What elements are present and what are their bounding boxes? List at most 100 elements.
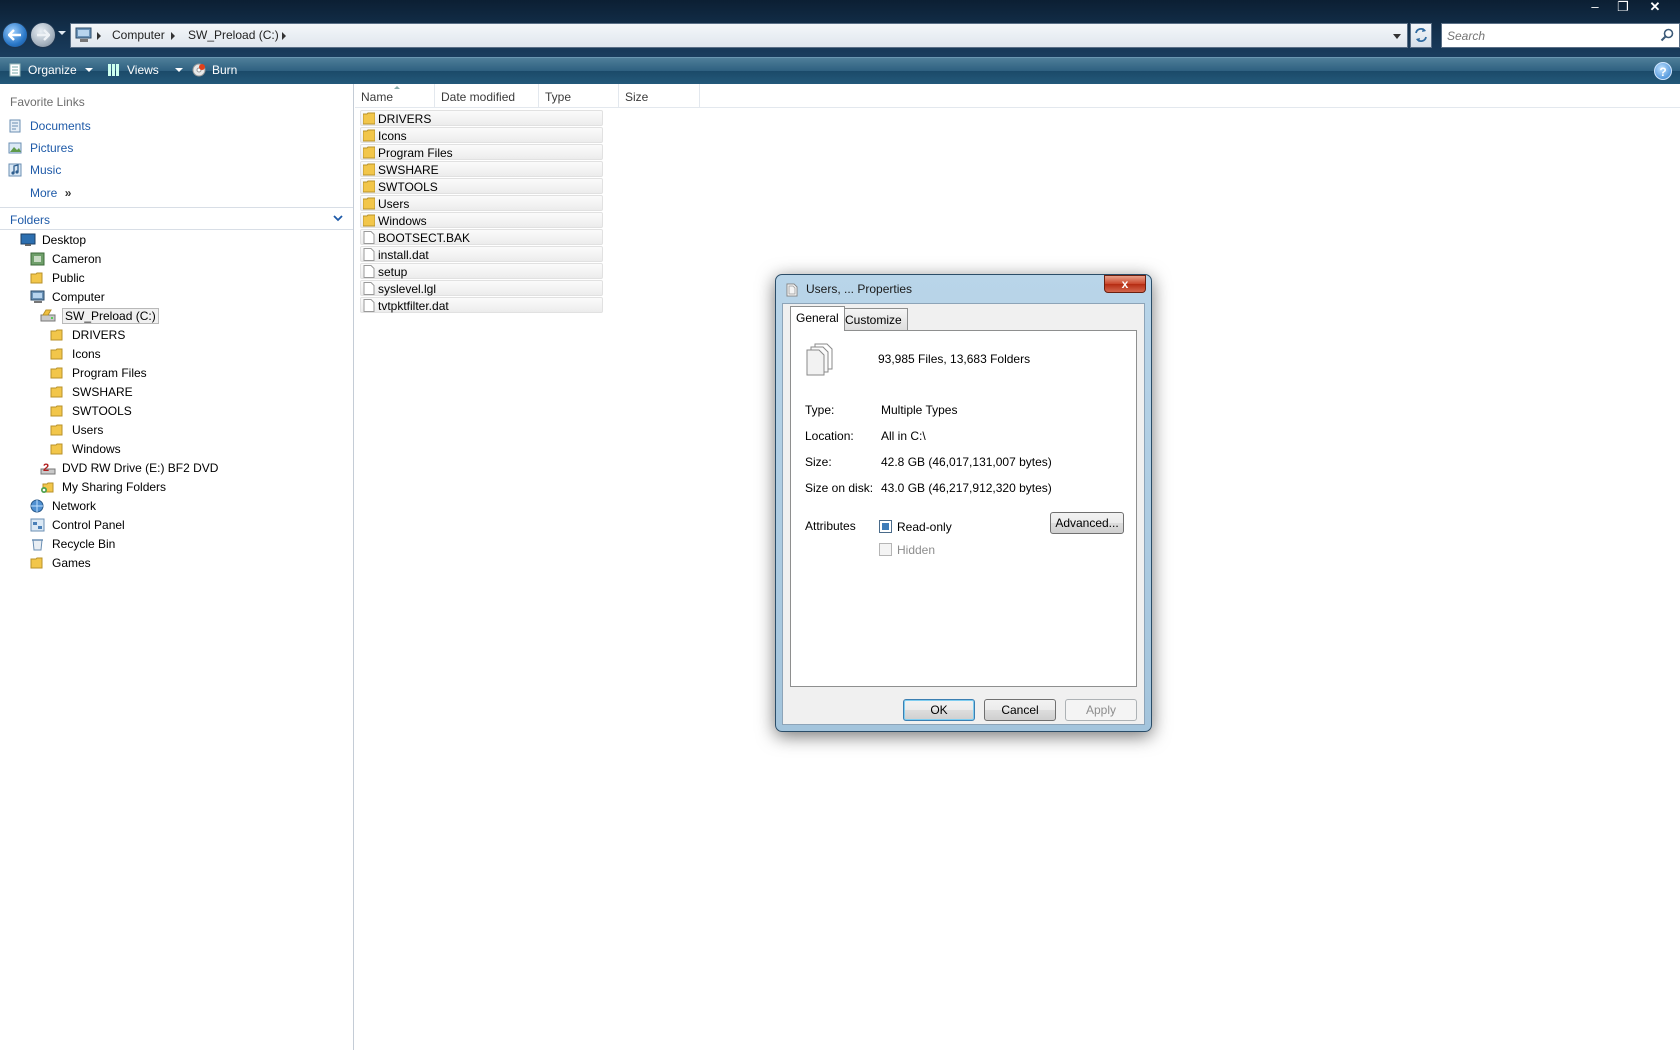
favorite-documents-label: Documents: [30, 119, 91, 133]
back-button[interactable]: [2, 22, 28, 48]
breadcrumb-drive[interactable]: SW_Preload (C:): [188, 28, 279, 42]
tree-item-label: Icons: [72, 347, 101, 361]
maximize-button[interactable]: ❐: [1609, 0, 1637, 16]
file-row-install-dat[interactable]: install.dat: [360, 246, 603, 262]
tree-item-program-files[interactable]: Program Files: [50, 366, 147, 384]
folders-header[interactable]: Folders: [0, 208, 353, 230]
tree-item-recycle-bin[interactable]: Recycle Bin: [30, 537, 115, 555]
burn-button[interactable]: Burn: [192, 63, 237, 80]
favorite-documents[interactable]: Documents: [8, 119, 91, 137]
column-headers: Name Date modified Type Size: [355, 84, 1680, 108]
more-favorites-link[interactable]: More »: [30, 186, 71, 200]
file-row-drivers[interactable]: DRIVERS: [360, 110, 603, 126]
separator: [805, 501, 1123, 502]
tree-item-games[interactable]: Games: [30, 556, 91, 574]
hidden-label[interactable]: Hidden: [897, 543, 935, 557]
separator: [805, 384, 1123, 385]
favorite-music[interactable]: Music: [8, 163, 61, 181]
close-window-button[interactable]: ✕: [1641, 0, 1669, 16]
file-row-program-files[interactable]: Program Files: [360, 144, 603, 160]
cancel-button[interactable]: Cancel: [984, 699, 1056, 721]
file-row-swtools[interactable]: SWTOOLS: [360, 178, 603, 194]
breadcrumb-computer[interactable]: Computer: [112, 28, 165, 42]
hidden-checkbox[interactable]: [879, 543, 892, 556]
tree-item-users[interactable]: Users: [50, 423, 103, 441]
file-row-tvtpktfilter-dat[interactable]: tvtpktfilter.dat: [360, 297, 603, 313]
column-header-size[interactable]: Size: [619, 84, 700, 108]
column-header-name[interactable]: Name: [355, 84, 435, 108]
tree-item-swshare[interactable]: SWSHARE: [50, 385, 133, 403]
tree-item-network[interactable]: Network: [30, 499, 96, 517]
tree-item-drivers[interactable]: DRIVERS: [50, 328, 125, 346]
tree-item-label: Program Files: [72, 366, 147, 380]
search-input[interactable]: [1447, 25, 1647, 46]
user-folder-icon: [30, 252, 45, 266]
burn-label: Burn: [212, 63, 238, 77]
tree-item-desktop[interactable]: Desktop: [20, 233, 86, 251]
tree-item-icons[interactable]: Icons: [50, 347, 101, 365]
file-row-users[interactable]: Users: [360, 195, 603, 211]
search-icon[interactable]: [1660, 28, 1674, 42]
file-icon: [363, 282, 375, 295]
file-row-windows[interactable]: Windows: [360, 212, 603, 228]
minimize-button[interactable]: –: [1581, 0, 1609, 16]
file-row-bootsect-bak[interactable]: BOOTSECT.BAK: [360, 229, 603, 245]
readonly-label[interactable]: Read-only: [897, 520, 952, 534]
chevron-down-icon[interactable]: [333, 214, 343, 222]
apply-button[interactable]: Apply: [1065, 699, 1137, 721]
tree-item-windows[interactable]: Windows: [50, 442, 121, 460]
file-name: DRIVERS: [378, 112, 432, 126]
general-tab-panel: 93,985 Files, 13,683 Folders Type: Multi…: [790, 330, 1137, 687]
column-header-date-modified[interactable]: Date modified: [435, 84, 539, 108]
tree-item-label: Desktop: [42, 233, 87, 247]
tree-item-sw-preload-drive[interactable]: SW_Preload (C:): [40, 308, 159, 327]
tree-item-dvd-drive[interactable]: 2 DVD RW Drive (E:) BF2 DVD: [40, 461, 218, 479]
file-row-swshare[interactable]: SWSHARE: [360, 161, 603, 177]
address-bar[interactable]: Computer SW_Preload (C:): [70, 23, 1408, 48]
properties-dialog: Users, ... Properties x General Customiz…: [775, 274, 1152, 732]
documents-icon: [9, 119, 21, 133]
file-name: Program Files: [378, 146, 453, 160]
file-row-setup[interactable]: setup: [360, 263, 603, 279]
file-row-syslevel-lgl[interactable]: syslevel.lgl: [360, 280, 603, 296]
tree-item-swtools[interactable]: SWTOOLS: [50, 404, 132, 422]
folder-icon: [50, 443, 63, 455]
folder-icon: [50, 386, 63, 398]
tree-item-sharing-folders[interactable]: My Sharing Folders: [40, 480, 166, 498]
tree-item-label: Cameron: [52, 252, 102, 266]
readonly-checkbox[interactable]: [879, 520, 892, 533]
column-header-type[interactable]: Type: [539, 84, 619, 108]
file-name: tvtpktfilter.dat: [378, 299, 449, 313]
file-row-icons[interactable]: Icons: [360, 127, 603, 143]
recent-pages-dropdown[interactable]: [58, 31, 66, 35]
tab-general[interactable]: General: [790, 306, 845, 331]
views-label: Views: [127, 63, 159, 77]
organize-button[interactable]: Organize: [8, 63, 93, 80]
file-name: BOOTSECT.BAK: [378, 231, 471, 245]
chevron-down-icon: [84, 68, 93, 72]
tree-item-cameron[interactable]: Cameron: [30, 252, 101, 270]
advanced-button[interactable]: Advanced...: [1050, 512, 1124, 534]
tree-item-public[interactable]: Public: [30, 271, 85, 289]
views-button[interactable]: Views: [107, 63, 183, 80]
favorite-pictures[interactable]: Pictures: [8, 141, 73, 159]
breadcrumb-separator-icon[interactable]: [171, 32, 175, 40]
tree-item-label: DVD RW Drive (E:) BF2 DVD: [62, 461, 219, 475]
file-name: install.dat: [378, 248, 429, 262]
tree-item-computer[interactable]: Computer: [30, 290, 105, 308]
tree-item-control-panel[interactable]: Control Panel: [30, 518, 125, 536]
column-size-label: Size: [625, 90, 649, 104]
ok-button[interactable]: OK: [903, 699, 975, 721]
forward-button[interactable]: [30, 22, 56, 48]
file-name: Icons: [378, 129, 407, 143]
address-dropdown-icon[interactable]: [1393, 34, 1401, 39]
refresh-button[interactable]: [1410, 23, 1432, 48]
chevron-down-icon: [174, 68, 183, 72]
breadcrumb-separator-icon[interactable]: [282, 32, 286, 40]
help-button[interactable]: ?: [1654, 62, 1672, 80]
breadcrumb-separator-icon[interactable]: [97, 32, 101, 40]
tab-customize[interactable]: Customize: [839, 308, 908, 330]
back-arrow-icon: [8, 29, 21, 41]
dialog-close-button[interactable]: x: [1104, 275, 1146, 293]
tree-item-label: Computer: [52, 290, 105, 304]
